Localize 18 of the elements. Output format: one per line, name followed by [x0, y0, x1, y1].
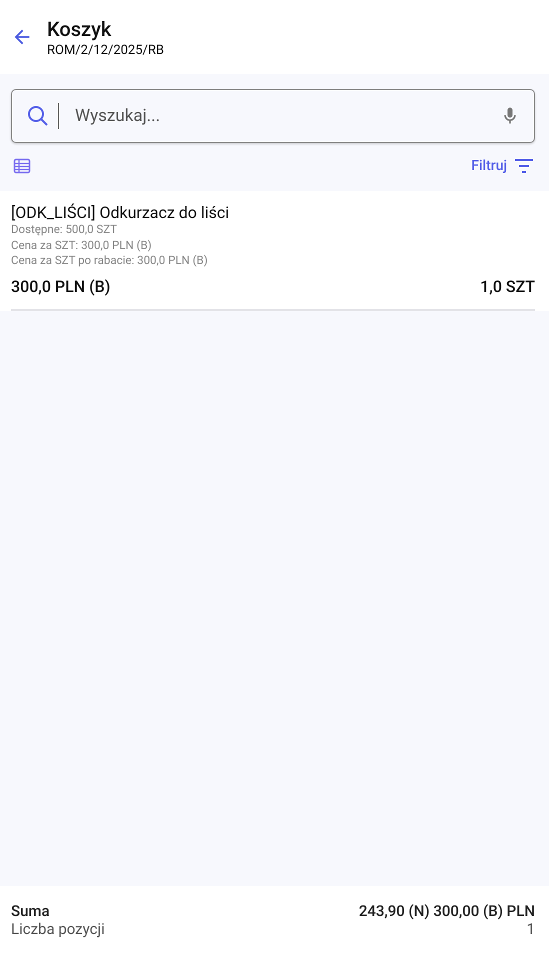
document-number: ROM/2/12/2025/RB: [47, 42, 164, 58]
product-detail: Cena za SZT po rabacie: 300,0 PLN (B): [11, 253, 209, 268]
summary-value: 243,90 (N) 300,00 (B) PLN: [358, 902, 535, 920]
filter-button[interactable]: Filtruj: [471, 157, 535, 175]
product-detail: Cena za SZT: 300,0 PLN (B): [11, 238, 153, 253]
filter-icon: [513, 157, 535, 175]
summary-label: Liczba pozycji: [11, 920, 105, 938]
summary-value: 1: [526, 920, 535, 938]
product-detail: Dostępne: 500,0 SZT: [11, 222, 118, 238]
search-input[interactable]: Wyszukaj...: [73, 105, 492, 127]
product-name: [ODK_LIŚCI] Odkurzacz do liści: [11, 203, 230, 222]
table-view-button[interactable]: [13, 157, 31, 175]
product-quantity: 1,0 SZT: [480, 276, 535, 296]
page-title: Koszyk: [47, 16, 112, 40]
product-price: 300,0 PLN (B): [11, 276, 110, 296]
summary-label: Suma: [11, 902, 50, 920]
search-icon: [26, 104, 50, 128]
search-field[interactable]: Wyszukaj...: [11, 89, 535, 143]
